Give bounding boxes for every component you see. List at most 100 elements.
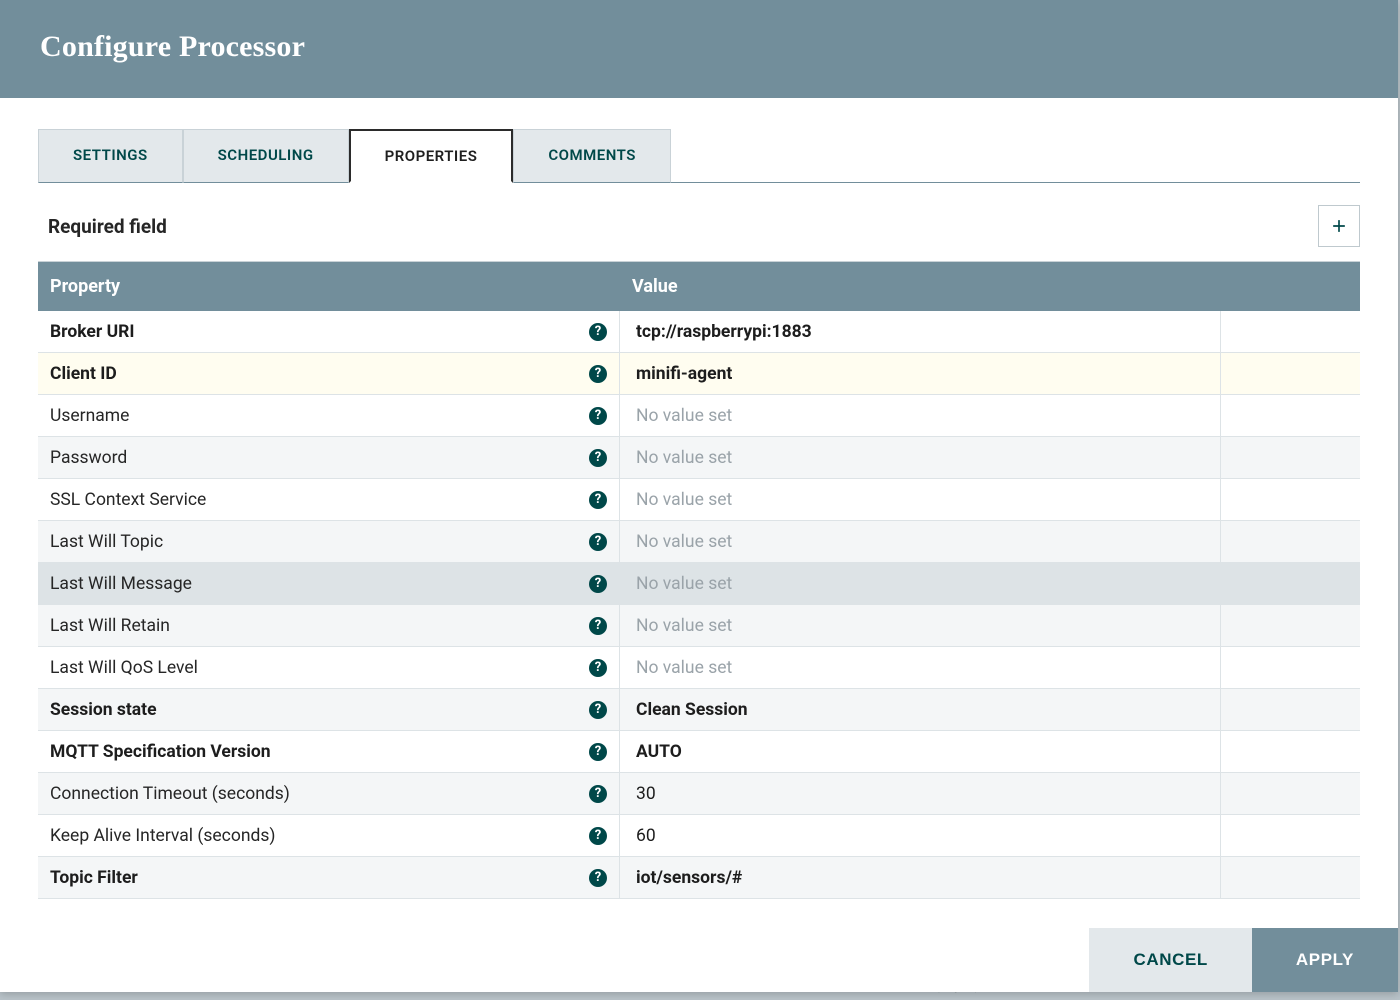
property-action-cell: [1220, 857, 1360, 898]
table-row[interactable]: Last Will Topic?No value set: [38, 521, 1360, 563]
help-icon[interactable]: ?: [589, 701, 607, 719]
dialog-tabs: SETTINGSSCHEDULINGPROPERTIESCOMMENTS: [38, 128, 1360, 183]
property-name-label: Last Will Topic: [50, 532, 163, 552]
property-value-cell[interactable]: No value set: [620, 395, 1220, 436]
property-name-cell: Last Will QoS Level?: [38, 647, 620, 688]
property-name-cell: SSL Context Service?: [38, 479, 620, 520]
property-name-label: Session state: [50, 700, 157, 720]
help-icon[interactable]: ?: [589, 365, 607, 383]
property-action-cell: [1220, 815, 1360, 856]
property-name-label: Last Will QoS Level: [50, 658, 198, 678]
property-value-cell[interactable]: No value set: [620, 479, 1220, 520]
help-icon[interactable]: ?: [589, 323, 607, 341]
property-name-cell: Session state?: [38, 689, 620, 730]
table-row[interactable]: Password?No value set: [38, 437, 1360, 479]
property-action-cell: [1220, 563, 1360, 604]
property-name-cell: Topic Filter?: [38, 857, 620, 898]
add-property-button[interactable]: [1318, 205, 1360, 247]
property-name-cell: Last Will Retain?: [38, 605, 620, 646]
property-action-cell: [1220, 437, 1360, 478]
help-icon[interactable]: ?: [589, 407, 607, 425]
apply-button[interactable]: APPLY: [1252, 928, 1398, 992]
property-name-cell: Broker URI?: [38, 311, 620, 352]
property-value-cell[interactable]: No value set: [620, 521, 1220, 562]
dialog-backdrop: Received 0 → 0 (0 bytes) 5 min Configure…: [0, 0, 1400, 1000]
help-icon[interactable]: ?: [589, 533, 607, 551]
property-name-label: SSL Context Service: [50, 490, 206, 510]
property-name-label: Connection Timeout (seconds): [50, 784, 290, 804]
property-value-cell[interactable]: 30: [620, 773, 1220, 814]
property-value-cell[interactable]: minifi-agent: [620, 353, 1220, 394]
help-icon[interactable]: ?: [589, 449, 607, 467]
table-row[interactable]: MQTT Specification Version?AUTO: [38, 731, 1360, 773]
dialog-title: Configure Processor: [40, 30, 1358, 64]
table-header: Property Value: [38, 262, 1360, 311]
tab-properties[interactable]: PROPERTIES: [349, 129, 514, 183]
property-name-cell: Username?: [38, 395, 620, 436]
help-icon[interactable]: ?: [589, 617, 607, 635]
property-name-label: Password: [50, 448, 127, 468]
property-name-cell: Last Will Topic?: [38, 521, 620, 562]
table-row[interactable]: SSL Context Service?No value set: [38, 479, 1360, 521]
cancel-button[interactable]: CANCEL: [1089, 928, 1251, 992]
property-name-label: Keep Alive Interval (seconds): [50, 826, 275, 846]
help-icon[interactable]: ?: [589, 491, 607, 509]
property-action-cell: [1220, 773, 1360, 814]
property-name-cell: MQTT Specification Version?: [38, 731, 620, 772]
help-icon[interactable]: ?: [589, 827, 607, 845]
property-name-cell: Password?: [38, 437, 620, 478]
property-name-cell: Keep Alive Interval (seconds)?: [38, 815, 620, 856]
column-header-property: Property: [38, 262, 620, 311]
property-action-cell: [1220, 647, 1360, 688]
property-value-cell[interactable]: tcp://raspberrypi:1883: [620, 311, 1220, 352]
property-value-cell[interactable]: 60: [620, 815, 1220, 856]
property-name-cell: Connection Timeout (seconds)?: [38, 773, 620, 814]
plus-icon: [1329, 216, 1349, 236]
properties-table: Property Value Broker URI?tcp://raspberr…: [38, 261, 1360, 928]
property-name-cell: Client ID?: [38, 353, 620, 394]
configure-processor-dialog: Configure Processor SETTINGSSCHEDULINGPR…: [0, 0, 1398, 992]
property-name-label: Broker URI: [50, 322, 134, 342]
property-name-cell: Last Will Message?: [38, 563, 620, 604]
table-row[interactable]: Topic Filter?iot/sensors/#: [38, 857, 1360, 899]
property-action-cell: [1220, 395, 1360, 436]
required-field-row: Required field: [38, 183, 1360, 261]
required-field-label: Required field: [48, 215, 167, 238]
help-icon[interactable]: ?: [589, 575, 607, 593]
dialog-footer: CANCEL APPLY: [0, 928, 1398, 992]
table-row[interactable]: Session state?Clean Session: [38, 689, 1360, 731]
property-name-label: Topic Filter: [50, 868, 138, 888]
property-name-label: Last Will Retain: [50, 616, 170, 636]
tab-settings[interactable]: SETTINGS: [38, 129, 183, 183]
table-row[interactable]: Client ID?minifi-agent: [38, 353, 1360, 395]
property-name-label: Last Will Message: [50, 574, 192, 594]
property-value-cell[interactable]: No value set: [620, 437, 1220, 478]
help-icon[interactable]: ?: [589, 869, 607, 887]
table-body[interactable]: Broker URI?tcp://raspberrypi:1883Client …: [38, 311, 1360, 928]
table-row[interactable]: Connection Timeout (seconds)?30: [38, 773, 1360, 815]
table-row[interactable]: Last Will QoS Level?No value set: [38, 647, 1360, 689]
property-action-cell: [1220, 353, 1360, 394]
help-icon[interactable]: ?: [589, 743, 607, 761]
property-value-cell[interactable]: No value set: [620, 563, 1220, 604]
table-row[interactable]: Last Will Retain?No value set: [38, 605, 1360, 647]
property-action-cell: [1220, 689, 1360, 730]
property-name-label: Username: [50, 406, 129, 426]
property-value-cell[interactable]: AUTO: [620, 731, 1220, 772]
tab-scheduling[interactable]: SCHEDULING: [183, 129, 349, 183]
tab-comments[interactable]: COMMENTS: [513, 129, 671, 183]
help-icon[interactable]: ?: [589, 785, 607, 803]
property-value-cell[interactable]: No value set: [620, 647, 1220, 688]
property-action-cell: [1220, 731, 1360, 772]
table-row[interactable]: Last Will Message?No value set: [38, 563, 1360, 605]
table-row[interactable]: Username?No value set: [38, 395, 1360, 437]
property-value-cell[interactable]: No value set: [620, 605, 1220, 646]
property-name-label: MQTT Specification Version: [50, 742, 271, 762]
help-icon[interactable]: ?: [589, 659, 607, 677]
dialog-header: Configure Processor: [0, 0, 1398, 98]
property-value-cell[interactable]: Clean Session: [620, 689, 1220, 730]
table-row[interactable]: Keep Alive Interval (seconds)?60: [38, 815, 1360, 857]
table-row[interactable]: Broker URI?tcp://raspberrypi:1883: [38, 311, 1360, 353]
column-header-value: Value: [620, 262, 1360, 311]
property-value-cell[interactable]: iot/sensors/#: [620, 857, 1220, 898]
